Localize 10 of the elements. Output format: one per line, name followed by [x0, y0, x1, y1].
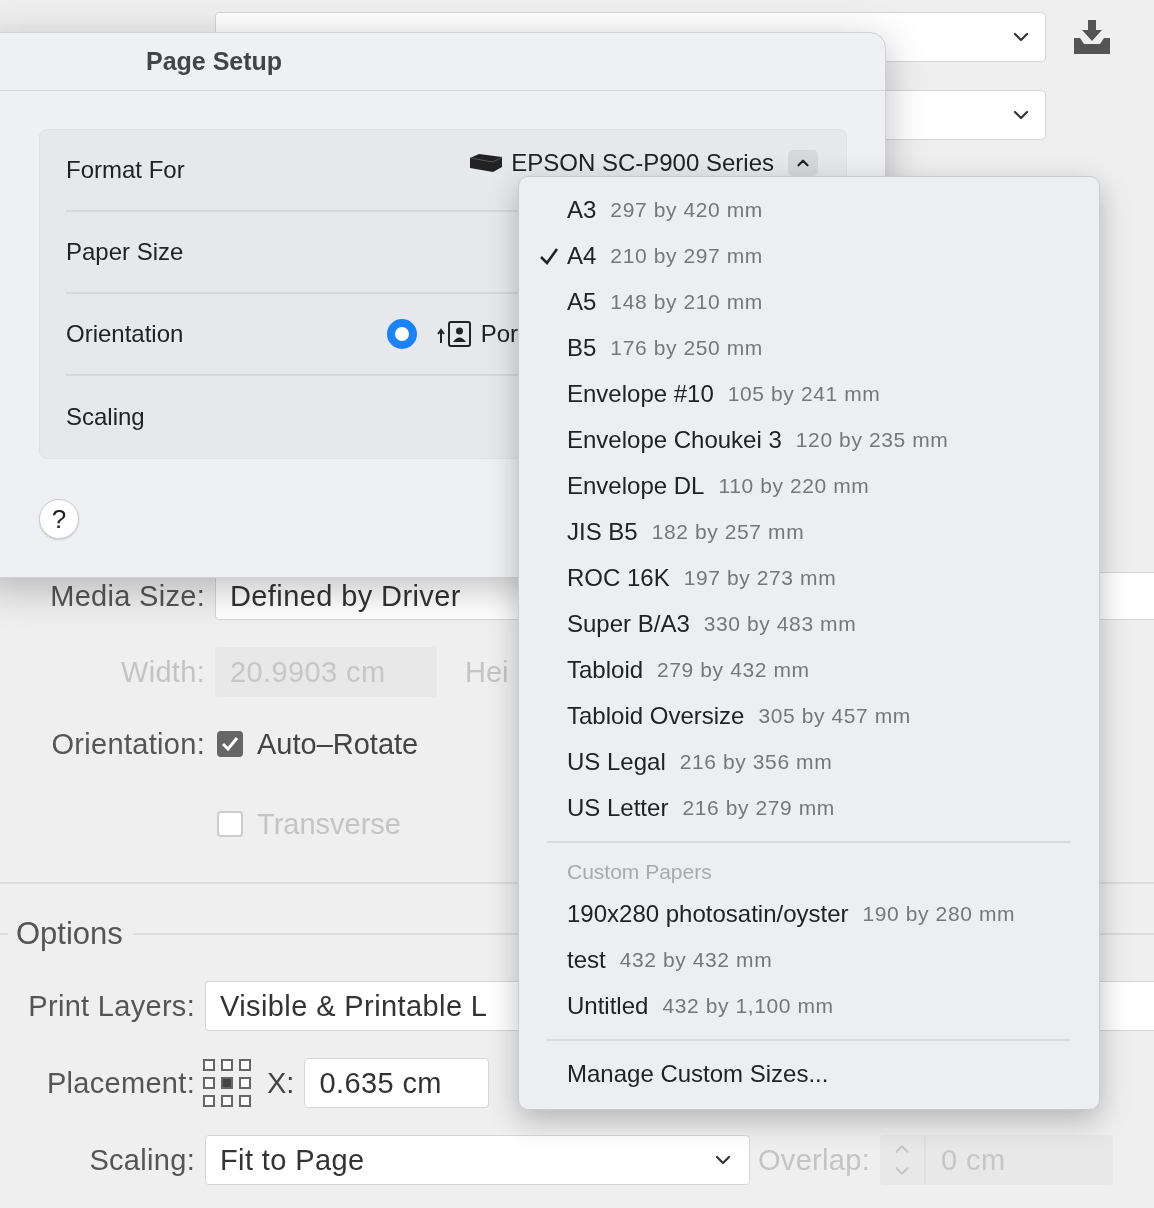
checkbox-label: Auto–Rotate	[257, 727, 419, 761]
section-title: Options	[16, 916, 123, 952]
field-label: Scaling:	[88, 1143, 195, 1177]
field-label: Placement:	[45, 1066, 195, 1100]
field-label: X:	[267, 1066, 295, 1100]
field-label: Print Layers:	[27, 989, 195, 1023]
field-label: Orientation:	[50, 727, 205, 761]
paper-size-menu: A3 297 by 420 mm A4 210 by 297 mm A5 148 by 210 mm B5 176 by 250 mm Envelope #10 105 by 241 mm Envelope Choukei 3 120 by 235 mm Envelope DL 110 by 220 mm JIS B5 182 by 257 mm ROC 16K 197 by 273 mm Super B/A3 330 by 483 mm Tabloid 279 by 432 mm Tabloid Oversize 305 by 457 mm US Legal 216 by 356 mm US Letter 216 by 279 mm Custom Papers 190x280 photosatin/oyster 190 by 280 mm test 432 by 432 mm Untitled 432 by 1,100 mm Manage Custom Sizes...	[518, 176, 1100, 1110]
printer-name: EPSON SC-P900 Series	[511, 149, 774, 177]
field-label: Media Size:	[49, 579, 205, 613]
